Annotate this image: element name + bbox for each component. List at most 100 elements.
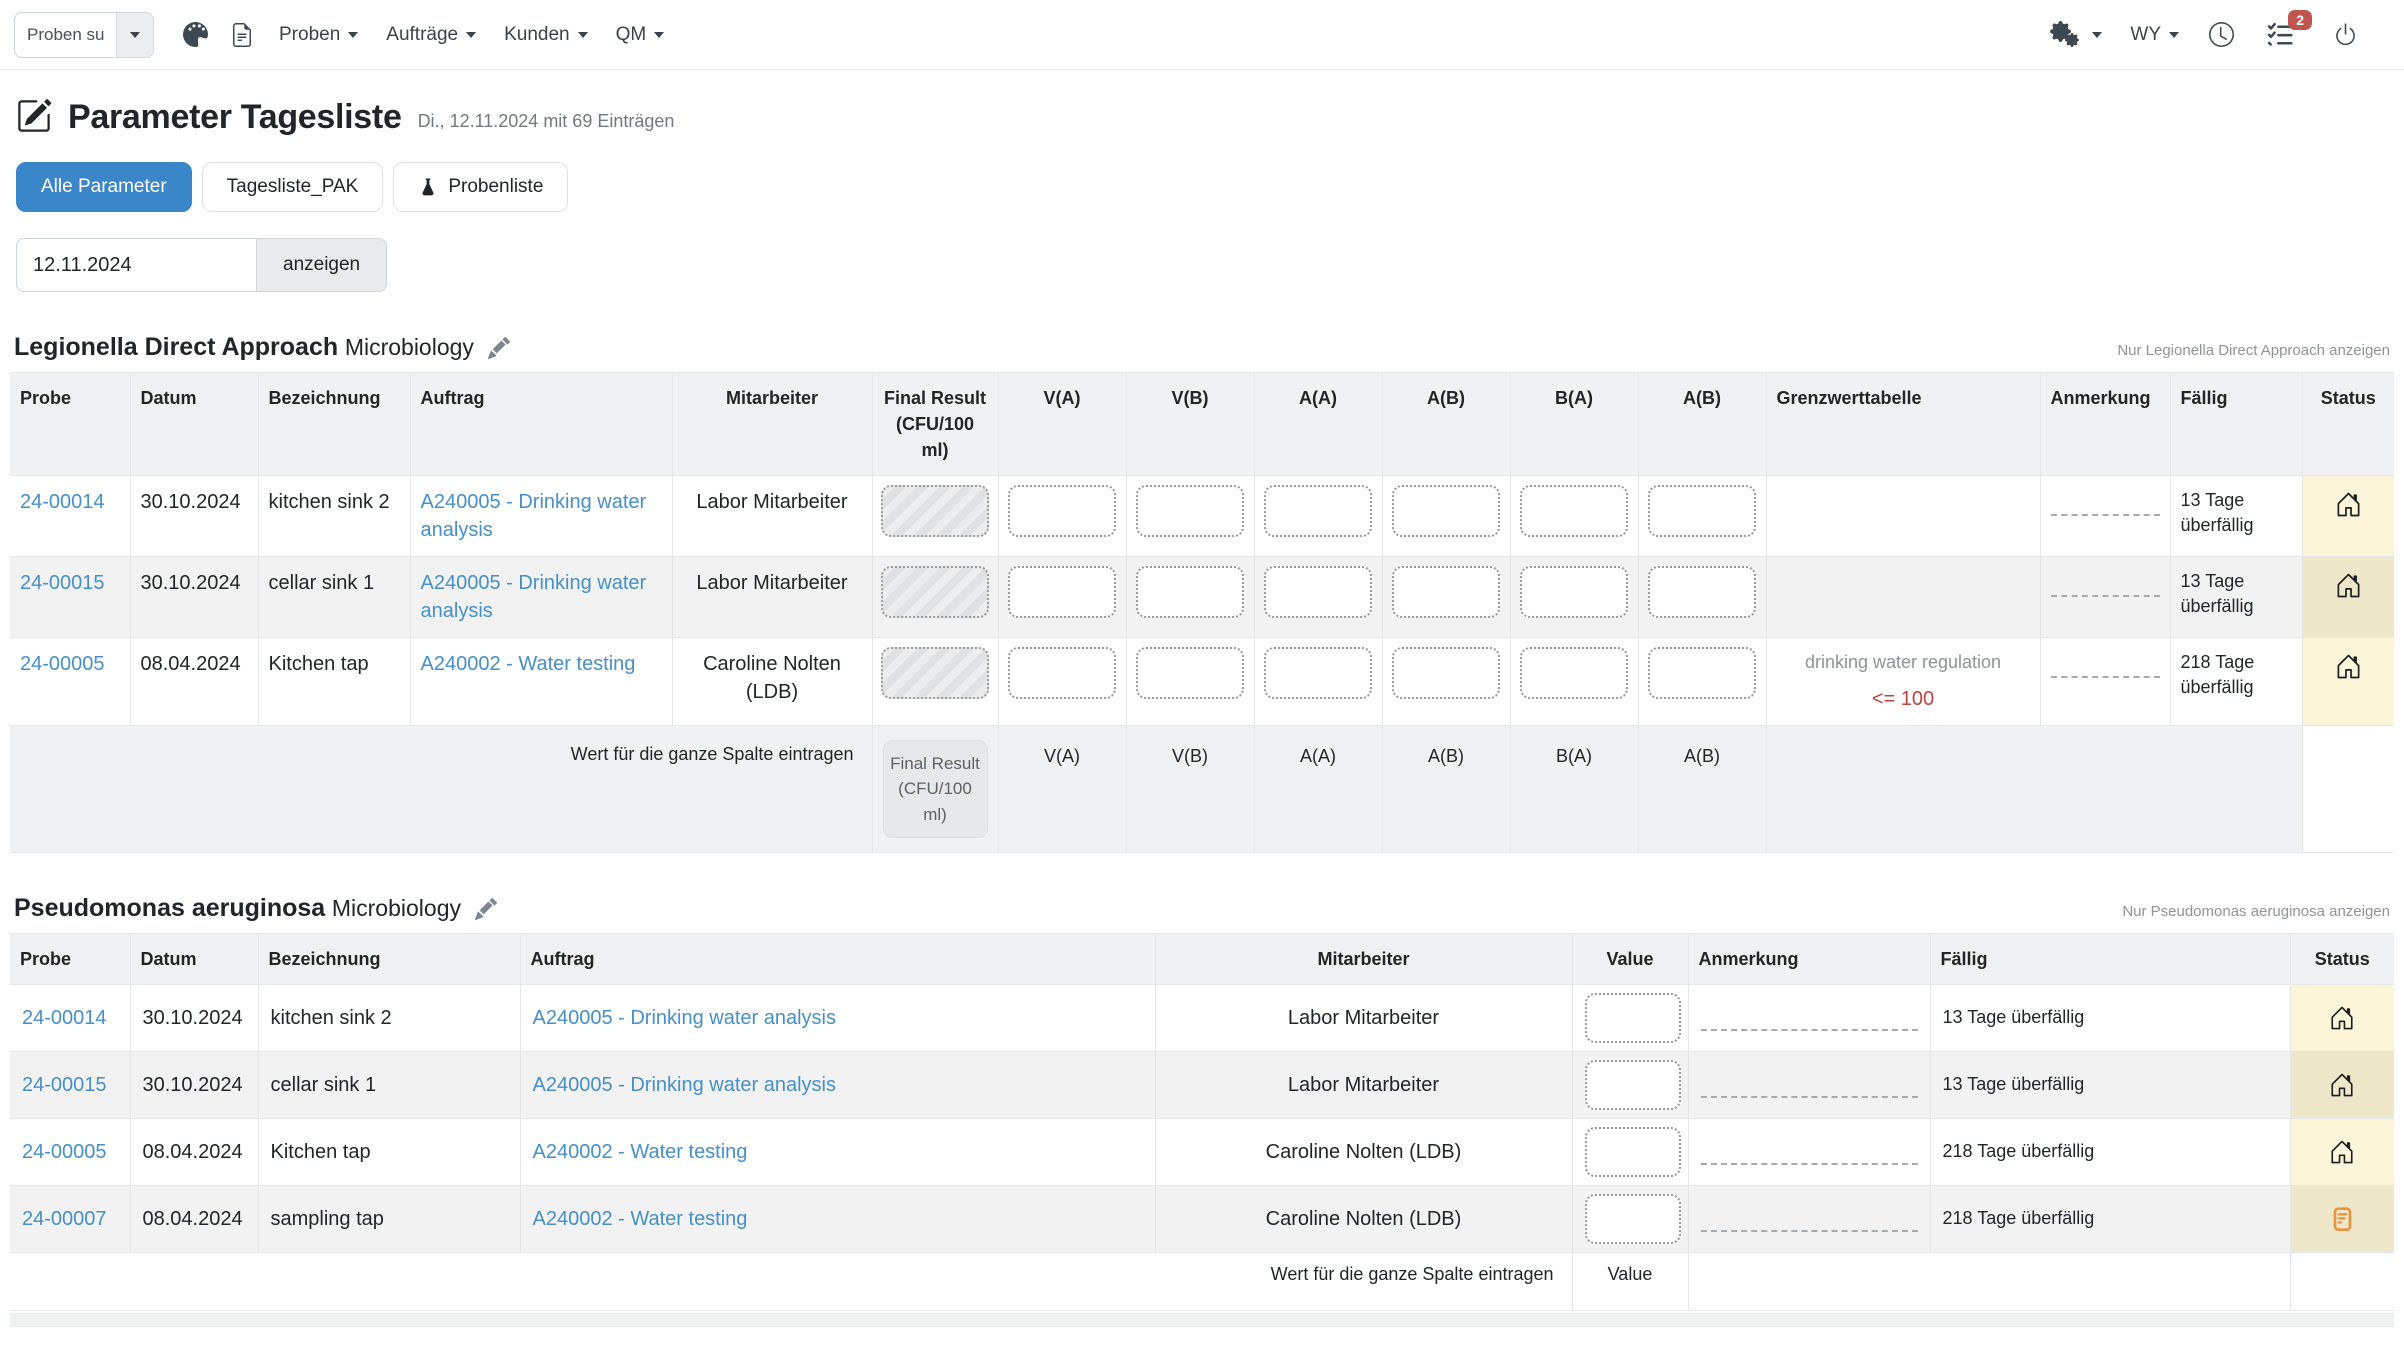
flask-icon: [418, 176, 438, 198]
apply-va-link[interactable]: V(A): [1044, 746, 1080, 766]
power-icon[interactable]: [2333, 22, 2358, 47]
datum-cell: 30.10.2024: [130, 475, 258, 556]
vb-input[interactable]: [1136, 485, 1244, 537]
parameter-category: Microbiology: [332, 895, 461, 921]
probe-link[interactable]: 24-00015: [20, 572, 105, 594]
aa-input[interactable]: [1264, 566, 1372, 618]
anmerkung-field[interactable]: [1701, 1029, 1918, 1031]
auftrag-link[interactable]: A240002 - Water testing: [421, 653, 636, 675]
anmerkung-field[interactable]: [2051, 676, 2160, 678]
status-home-button[interactable]: [2290, 1052, 2394, 1119]
apply-value-link[interactable]: Value: [1608, 1264, 1653, 1284]
menu-proben[interactable]: Proben: [279, 24, 358, 46]
menu-auftraege[interactable]: Aufträge: [386, 24, 476, 46]
anmerkung-field[interactable]: [1701, 1096, 1918, 1098]
apply-ba-link[interactable]: B(A): [1556, 746, 1592, 766]
search-input[interactable]: [14, 12, 116, 58]
probe-link[interactable]: 24-00014: [22, 1007, 107, 1029]
ab-input[interactable]: [1392, 566, 1500, 618]
datum-cell: 08.04.2024: [130, 1186, 258, 1253]
value-input[interactable]: [1585, 1060, 1681, 1110]
apply-final-result-button[interactable]: Final Result (CFU/100 ml): [883, 740, 988, 839]
apply-ab-link[interactable]: A(B): [1428, 746, 1464, 766]
auftrag-link[interactable]: A240005 - Drinking water analysis: [533, 1007, 837, 1029]
tab-alle-parameter[interactable]: Alle Parameter: [16, 162, 192, 212]
auftrag-link[interactable]: A240005 - Drinking water analysis: [421, 572, 647, 622]
section-legionella: Legionella Direct Approach Microbiology …: [10, 334, 2394, 853]
anmerkung-field[interactable]: [2051, 514, 2160, 516]
settings-menu[interactable]: [2050, 21, 2102, 49]
apply-ab2-link[interactable]: A(B): [1684, 746, 1720, 766]
value-input[interactable]: [1585, 1127, 1681, 1177]
anmerkung-field[interactable]: [2051, 595, 2160, 597]
va-input[interactable]: [1008, 647, 1116, 699]
status-report-button[interactable]: [2290, 1186, 2394, 1253]
aa-input[interactable]: [1264, 647, 1372, 699]
parameter-tabs: Alle Parameter Tagesliste_PAK Probenlist…: [16, 162, 2388, 212]
apply-vb-link[interactable]: V(B): [1172, 746, 1208, 766]
probe-link[interactable]: 24-00014: [20, 491, 105, 513]
ba-input[interactable]: [1520, 647, 1628, 699]
legionella-table: Probe Datum Bezeichnung Auftrag Mitarbei…: [10, 372, 2394, 854]
status-home-button[interactable]: [2290, 1119, 2394, 1186]
ab-input[interactable]: [1392, 485, 1500, 537]
apply-column-row: Wert für die ganze Spalte eintragen Valu…: [10, 1253, 2394, 1311]
status-home-button[interactable]: [2302, 475, 2394, 556]
tab-probenliste[interactable]: Probenliste: [393, 162, 568, 212]
auftrag-link[interactable]: A240005 - Drinking water analysis: [421, 491, 647, 541]
auftrag-link[interactable]: A240002 - Water testing: [533, 1141, 748, 1163]
edit-pencil-icon[interactable]: [488, 337, 510, 362]
auftrag-link[interactable]: A240005 - Drinking water analysis: [533, 1074, 837, 1096]
ab2-input[interactable]: [1648, 566, 1756, 618]
anmerkung-field[interactable]: [1701, 1230, 1918, 1232]
va-input[interactable]: [1008, 566, 1116, 618]
tab-tagesliste-pak[interactable]: Tagesliste_PAK: [202, 162, 384, 212]
probe-link[interactable]: 24-00005: [22, 1141, 107, 1163]
value-input[interactable]: [1585, 1194, 1681, 1244]
menu-kunden[interactable]: Kunden: [504, 24, 588, 46]
datum-cell: 30.10.2024: [130, 985, 258, 1052]
chevron-down-icon: [466, 32, 476, 38]
anmerkung-field[interactable]: [1701, 1163, 1918, 1165]
menu-qm[interactable]: QM: [616, 24, 665, 46]
page-header: Parameter Tagesliste Di., 12.11.2024 mit…: [16, 98, 2388, 136]
auftrag-link[interactable]: A240002 - Water testing: [533, 1208, 748, 1230]
anzeigen-button[interactable]: anzeigen: [256, 238, 387, 292]
chevron-down-icon: [348, 32, 358, 38]
ba-input[interactable]: [1520, 566, 1628, 618]
document-icon[interactable]: [230, 23, 254, 47]
user-menu[interactable]: WY: [2130, 24, 2179, 46]
vb-input[interactable]: [1136, 566, 1244, 618]
ab-input[interactable]: [1392, 647, 1500, 699]
mitarbeiter-cell: Labor Mitarbeiter: [1155, 1052, 1572, 1119]
probe-link[interactable]: 24-00007: [22, 1208, 107, 1230]
apply-aa-link[interactable]: A(A): [1300, 746, 1336, 766]
ab2-input[interactable]: [1648, 647, 1756, 699]
menu-proben-label: Proben: [279, 24, 340, 46]
clock-icon[interactable]: [2209, 22, 2234, 47]
filter-only-pseudomonas-link[interactable]: Nur Pseudomonas aeruginosa anzeigen: [2122, 903, 2390, 923]
probe-link[interactable]: 24-00015: [22, 1074, 107, 1096]
aa-input[interactable]: [1264, 485, 1372, 537]
tasks-icon[interactable]: 2: [2266, 21, 2293, 48]
value-input[interactable]: [1585, 993, 1681, 1043]
status-home-button[interactable]: [2290, 985, 2394, 1052]
status-home-button[interactable]: [2302, 556, 2394, 637]
footer-empty-cell: [1766, 725, 2302, 853]
apply-column-label: Wert für die ganze Spalte eintragen: [10, 725, 872, 853]
filter-only-legionella-link[interactable]: Nur Legionella Direct Approach anzeigen: [2117, 342, 2390, 362]
table-row: 24-00007 08.04.2024 sampling tap A240002…: [10, 1186, 2394, 1253]
status-home-button[interactable]: [2302, 637, 2394, 725]
edit-pencil-icon[interactable]: [475, 898, 497, 923]
date-input[interactable]: [16, 238, 256, 292]
ab2-input[interactable]: [1648, 485, 1756, 537]
va-input[interactable]: [1008, 485, 1116, 537]
probe-link[interactable]: 24-00005: [20, 653, 105, 675]
ba-input[interactable]: [1520, 485, 1628, 537]
vb-input[interactable]: [1136, 647, 1244, 699]
search-dropdown-button[interactable]: [116, 12, 154, 58]
notification-badge: 2: [2288, 10, 2312, 30]
grenzwert-name: drinking water regulation: [1777, 650, 2030, 675]
footer-empty-cell: [1688, 1253, 2290, 1311]
palette-icon[interactable]: [183, 22, 208, 47]
